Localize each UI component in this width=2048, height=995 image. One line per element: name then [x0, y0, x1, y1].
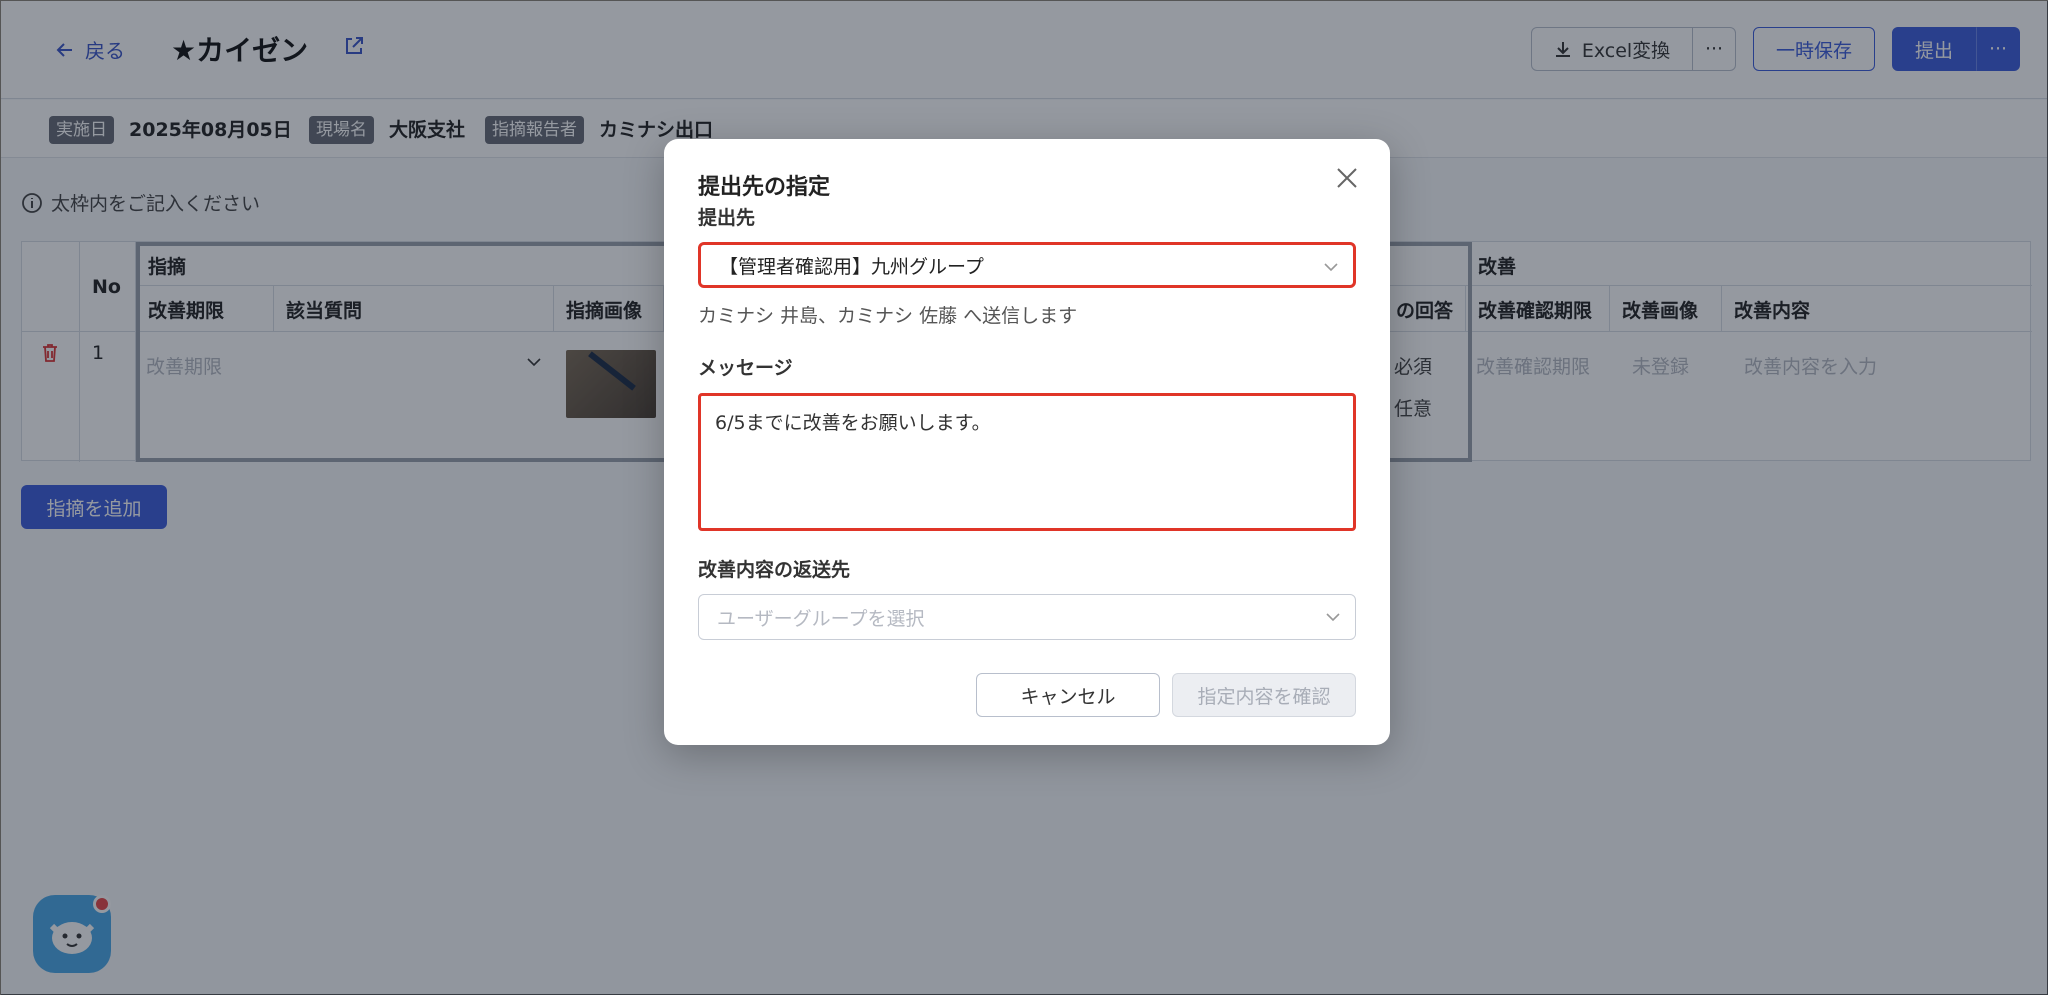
close-icon[interactable]	[1334, 165, 1360, 191]
destination-recipients: カミナシ 井島、カミナシ 佐藤 へ送信します	[698, 305, 1078, 327]
modal-title: 提出先の指定	[698, 175, 831, 200]
destination-value: 【管理者確認用】九州グループ	[719, 255, 984, 278]
return-select[interactable]: ユーザーグループを選択	[698, 594, 1356, 640]
cancel-button[interactable]: キャンセル	[976, 673, 1160, 717]
message-textarea[interactable]: 6/5までに改善をお願いします。	[698, 393, 1356, 531]
app-page: 戻る ★カイゼン Excel変換 ··· 一時保存 提出 ··· 実施日 202…	[0, 0, 2048, 995]
destination-modal: 提出先の指定 提出先 【管理者確認用】九州グループ カミナシ 井島、カミナシ 佐…	[664, 139, 1390, 745]
chevron-down-icon	[1326, 613, 1340, 622]
message-label: メッセージ	[698, 357, 793, 379]
destination-label: 提出先	[698, 207, 756, 229]
return-placeholder: ユーザーグループを選択	[717, 607, 925, 630]
return-label: 改善内容の返送先	[698, 559, 851, 581]
confirm-button[interactable]: 指定内容を確認	[1172, 673, 1356, 717]
chevron-down-icon	[1324, 263, 1338, 272]
destination-select[interactable]: 【管理者確認用】九州グループ	[698, 242, 1356, 288]
